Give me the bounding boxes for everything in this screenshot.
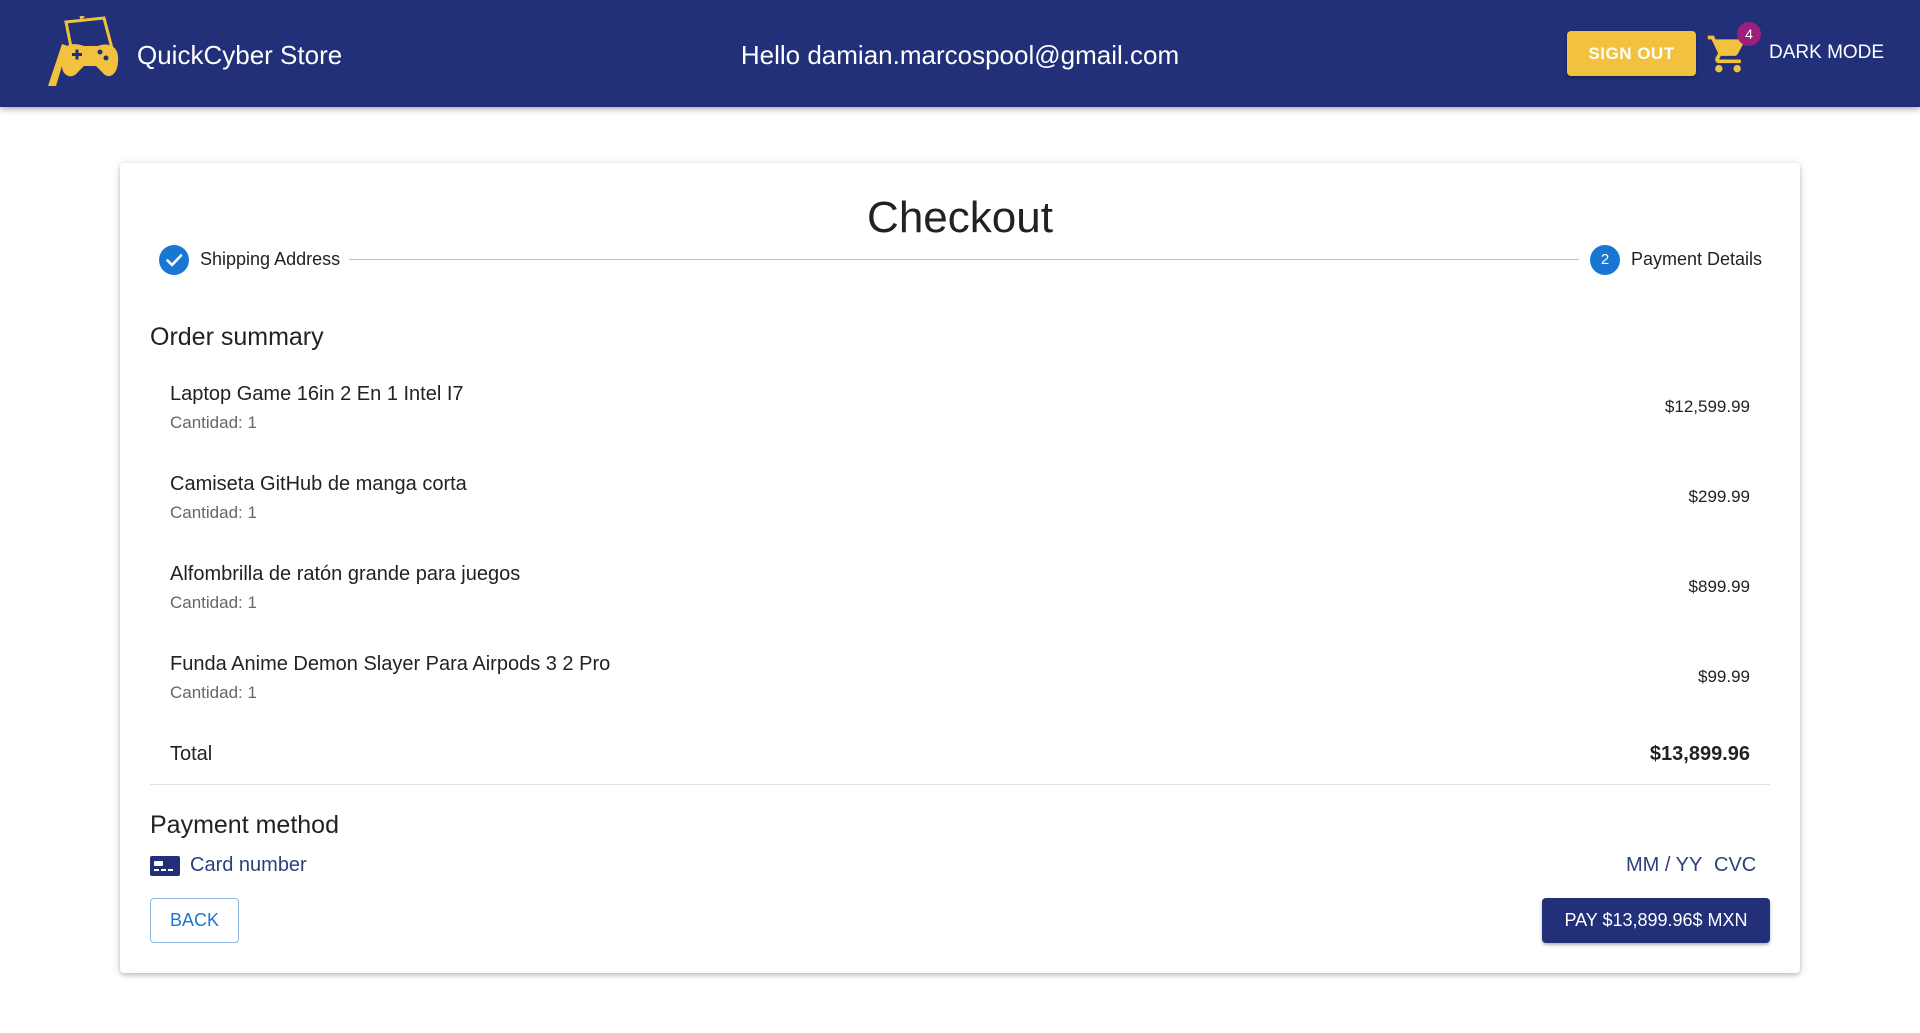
- cvc-field[interactable]: CVC: [1714, 854, 1756, 877]
- item-quantity: Cantidad: 1: [170, 683, 257, 702]
- total-label: Total: [170, 743, 213, 765]
- step-label-shipping: Shipping Address: [200, 249, 341, 269]
- item-price: $12,599.99: [1664, 397, 1750, 416]
- item-price: $899.99: [1688, 577, 1750, 596]
- gamepad-store-logo-icon[interactable]: [44, 14, 122, 92]
- list-item: Funda Anime Demon Slayer Para Airpods 3 …: [150, 653, 1770, 713]
- list-item: Camiseta GitHub de manga corta Cantidad:…: [150, 473, 1770, 533]
- item-price: $99.99: [1698, 667, 1750, 686]
- item-price: $299.99: [1688, 487, 1750, 506]
- item-name: Funda Anime Demon Slayer Para Airpods 3 …: [170, 653, 611, 675]
- item-quantity: Cantidad: 1: [170, 593, 257, 612]
- sign-out-button[interactable]: SIGN OUT: [1567, 31, 1696, 76]
- step-number-badge: 2: [1590, 245, 1620, 275]
- step-label-payment: Payment Details: [1631, 249, 1763, 269]
- item-name: Camiseta GitHub de manga corta: [170, 473, 467, 495]
- item-name: Alfombrilla de ratón grande para juegos: [170, 563, 521, 585]
- brand-name[interactable]: QuickCyber Store: [137, 40, 342, 71]
- dark-mode-toggle[interactable]: DARK MODE: [1769, 42, 1884, 64]
- page-title: Checkout: [867, 193, 1053, 242]
- expiry-field[interactable]: MM / YY: [1626, 854, 1702, 877]
- item-name: Laptop Game 16in 2 En 1 Intel I7: [170, 383, 464, 405]
- pay-button[interactable]: PAY $13,899.96$ MXN: [1542, 898, 1770, 943]
- divider: [150, 784, 1770, 785]
- stepper-connector: [349, 259, 1579, 260]
- list-item: Alfombrilla de ratón grande para juegos …: [150, 563, 1770, 623]
- checkout-card: Checkout Shipping Address 2 Payment Deta…: [120, 163, 1800, 973]
- app-bar: QuickCyber Store Hello damian.marcospool…: [0, 0, 1920, 107]
- cart-count-badge: 4: [1737, 22, 1761, 46]
- card-number-field[interactable]: Card number: [190, 854, 307, 877]
- back-button[interactable]: BACK: [150, 898, 239, 943]
- list-item: Laptop Game 16in 2 En 1 Intel I7 Cantida…: [150, 383, 1770, 443]
- item-quantity: Cantidad: 1: [170, 413, 257, 432]
- credit-card-icon: [150, 856, 180, 876]
- user-greeting: Hello damian.marcospool@gmail.com: [740, 40, 1180, 70]
- order-summary-heading: Order summary: [150, 323, 324, 351]
- payment-method-heading: Payment method: [150, 811, 339, 839]
- item-quantity: Cantidad: 1: [170, 503, 257, 522]
- total-value: $13,899.96: [1649, 743, 1750, 765]
- check-circle-icon: [159, 245, 189, 275]
